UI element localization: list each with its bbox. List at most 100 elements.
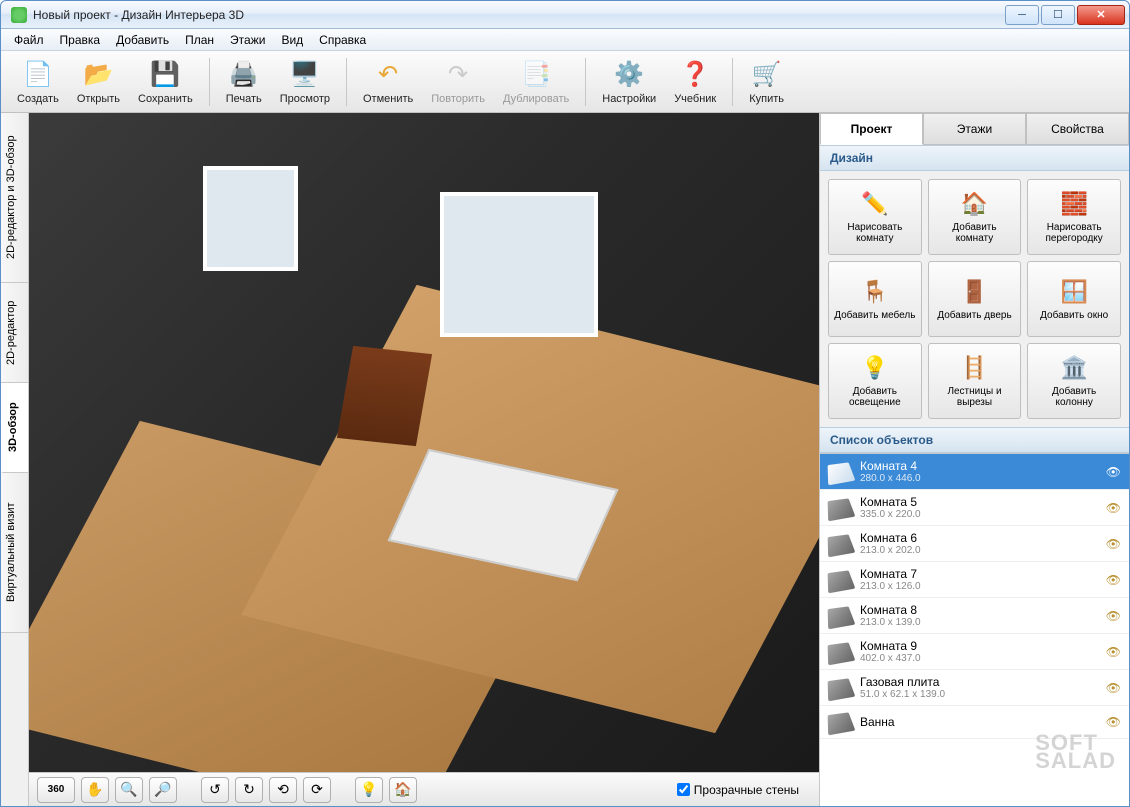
menu-plan[interactable]: План <box>178 31 221 49</box>
object-dimensions: 402.0 x 437.0 <box>860 653 1098 664</box>
draw-room-button[interactable]: ✏️Нарисовать комнату <box>828 179 922 255</box>
app-window: Новый проект - Дизайн Интерьера 3D ─ ☐ ✕… <box>0 0 1130 807</box>
tab-project[interactable]: Проект <box>820 113 923 145</box>
draw-wall-button[interactable]: 🧱Нарисовать перегородку <box>1027 179 1121 255</box>
duplicate-icon: 📑 <box>520 59 552 91</box>
close-button[interactable]: ✕ <box>1077 5 1125 25</box>
visibility-icon[interactable]: 👁 <box>1106 537 1121 551</box>
side-panel: Проект Этажи Свойства Дизайн ✏️Нарисоват… <box>819 113 1129 806</box>
rotate-left-button[interactable]: ↺ <box>201 777 229 803</box>
objects-section-header: Список объектов <box>820 427 1129 453</box>
menu-help[interactable]: Справка <box>312 31 373 49</box>
object-name: Газовая плита <box>860 675 1098 689</box>
object-item[interactable]: Комната 8213.0 x 139.0 👁 <box>820 598 1129 634</box>
redo-button[interactable]: ↷Повторить <box>423 56 493 108</box>
object-item[interactable]: Комната 7213.0 x 126.0👁 <box>820 562 1129 598</box>
tab-properties[interactable]: Свойства <box>1026 113 1129 145</box>
orbit-right-button[interactable]: ⟳ <box>303 777 331 803</box>
object-dimensions: 213.0 x 139.0 <box>860 617 1098 628</box>
save-icon: 💾 <box>149 59 181 91</box>
object-name: Комната 7 <box>860 567 1098 581</box>
new-file-icon: 📄 <box>22 59 54 91</box>
add-window-button[interactable]: 🪟Добавить окно <box>1027 261 1121 337</box>
maximize-button[interactable]: ☐ <box>1041 5 1075 25</box>
stairs-button[interactable]: 🪜Лестницы и вырезы <box>928 343 1022 419</box>
duplicate-button[interactable]: 📑Дублировать <box>495 56 577 108</box>
stairs-icon: 🪜 <box>960 354 988 382</box>
3d-canvas[interactable] <box>29 113 819 772</box>
bulb-icon: 💡 <box>360 781 377 798</box>
zoom-in-button[interactable]: 🔍 <box>115 777 143 803</box>
print-button[interactable]: 🖨️Печать <box>218 56 270 108</box>
add-door-button[interactable]: 🚪Добавить дверь <box>928 261 1022 337</box>
visibility-icon[interactable]: 👁 <box>1106 645 1121 659</box>
object-item[interactable]: Комната 5335.0 x 220.0👁 <box>820 490 1129 526</box>
add-furniture-button[interactable]: 🪑Добавить мебель <box>828 261 922 337</box>
box-icon <box>828 534 856 557</box>
undo-button[interactable]: ↶Отменить <box>355 56 421 108</box>
design-tools-grid: ✏️Нарисовать комнату 🏠Добавить комнату 🧱… <box>820 171 1129 427</box>
buy-button[interactable]: 🛒Купить <box>741 56 792 108</box>
object-name: Комната 8 <box>860 603 1098 617</box>
object-item[interactable]: Газовая плита51.0 x 62.1 x 139.0👁 <box>820 670 1129 706</box>
rotate-right-button[interactable]: ↻ <box>235 777 263 803</box>
open-button[interactable]: 📂Открыть <box>69 56 128 108</box>
orbit-right-icon: ⟳ <box>311 781 323 798</box>
object-item[interactable]: Комната 9402.0 x 437.0👁 <box>820 634 1129 670</box>
add-room-button[interactable]: 🏠Добавить комнату <box>928 179 1022 255</box>
viewport: 360 ✋ 🔍 🔎 ↺ ↻ ⟲ ⟳ 💡 🏠 Прозрачные стены <box>29 113 819 806</box>
visibility-icon[interactable]: 👁 <box>1106 609 1121 623</box>
object-item[interactable]: Комната 6213.0 x 202.0👁 <box>820 526 1129 562</box>
object-name: Комната 4 <box>860 459 1098 473</box>
zoom-out-button[interactable]: 🔎 <box>149 777 177 803</box>
settings-button[interactable]: ⚙️Настройки <box>594 56 664 108</box>
gear-icon: ⚙️ <box>613 59 645 91</box>
light-button[interactable]: 💡 <box>355 777 383 803</box>
hand-icon: ✋ <box>86 781 103 798</box>
tutorial-button[interactable]: ❓Учебник <box>666 56 724 108</box>
object-dimensions: 335.0 x 220.0 <box>860 509 1098 520</box>
save-button[interactable]: 💾Сохранить <box>130 56 201 108</box>
pencil-room-icon: ✏️ <box>861 190 889 218</box>
transparent-walls-input[interactable] <box>677 783 690 796</box>
pan-button[interactable]: ✋ <box>81 777 109 803</box>
add-light-button[interactable]: 💡Добавить освещение <box>828 343 922 419</box>
menu-file[interactable]: Файл <box>7 31 51 49</box>
create-button[interactable]: 📄Создать <box>9 56 67 108</box>
menu-edit[interactable]: Правка <box>53 31 108 49</box>
rotate-left-icon: ↺ <box>209 781 221 798</box>
minimize-button[interactable]: ─ <box>1005 5 1039 25</box>
titlebar: Новый проект - Дизайн Интерьера 3D ─ ☐ ✕ <box>1 1 1129 29</box>
360-button[interactable]: 360 <box>37 777 75 803</box>
home-button[interactable]: 🏠 <box>389 777 417 803</box>
menu-view[interactable]: Вид <box>274 31 310 49</box>
vtab-virtual-visit[interactable]: Виртуальный визит <box>1 473 28 633</box>
redo-icon: ↷ <box>442 59 474 91</box>
printer-icon: 🖨️ <box>228 59 260 91</box>
undo-icon: ↶ <box>372 59 404 91</box>
transparent-walls-checkbox[interactable]: Прозрачные стены <box>677 783 799 797</box>
box-icon <box>828 712 856 735</box>
vtab-2d-editor[interactable]: 2D-редактор <box>1 283 28 383</box>
cart-icon: 🛒 <box>751 59 783 91</box>
box-icon <box>828 570 856 593</box>
preview-button[interactable]: 🖥️Просмотр <box>272 56 338 108</box>
zoom-in-icon: 🔍 <box>120 781 137 798</box>
visibility-icon[interactable]: 👁 <box>1106 465 1121 479</box>
tab-floors[interactable]: Этажи <box>923 113 1026 145</box>
vtab-3d-view[interactable]: 3D-обзор <box>1 383 28 473</box>
visibility-icon[interactable]: 👁 <box>1106 715 1121 729</box>
visibility-icon[interactable]: 👁 <box>1106 681 1121 695</box>
visibility-icon[interactable]: 👁 <box>1106 573 1121 587</box>
vtab-combo[interactable]: 2D-редактор и 3D-обзор <box>1 113 28 283</box>
orbit-left-button[interactable]: ⟲ <box>269 777 297 803</box>
menu-floors[interactable]: Этажи <box>223 31 272 49</box>
add-column-button[interactable]: 🏛️Добавить колонну <box>1027 343 1121 419</box>
app-icon <box>11 7 27 23</box>
object-item[interactable]: Комната 4280.0 x 446.0👁 <box>820 454 1129 490</box>
object-dimensions: 213.0 x 202.0 <box>860 545 1098 556</box>
design-section-header: Дизайн <box>820 145 1129 171</box>
menu-add[interactable]: Добавить <box>109 31 176 49</box>
main-area: 2D-редактор и 3D-обзор 2D-редактор 3D-об… <box>1 113 1129 806</box>
visibility-icon[interactable]: 👁 <box>1106 501 1121 515</box>
